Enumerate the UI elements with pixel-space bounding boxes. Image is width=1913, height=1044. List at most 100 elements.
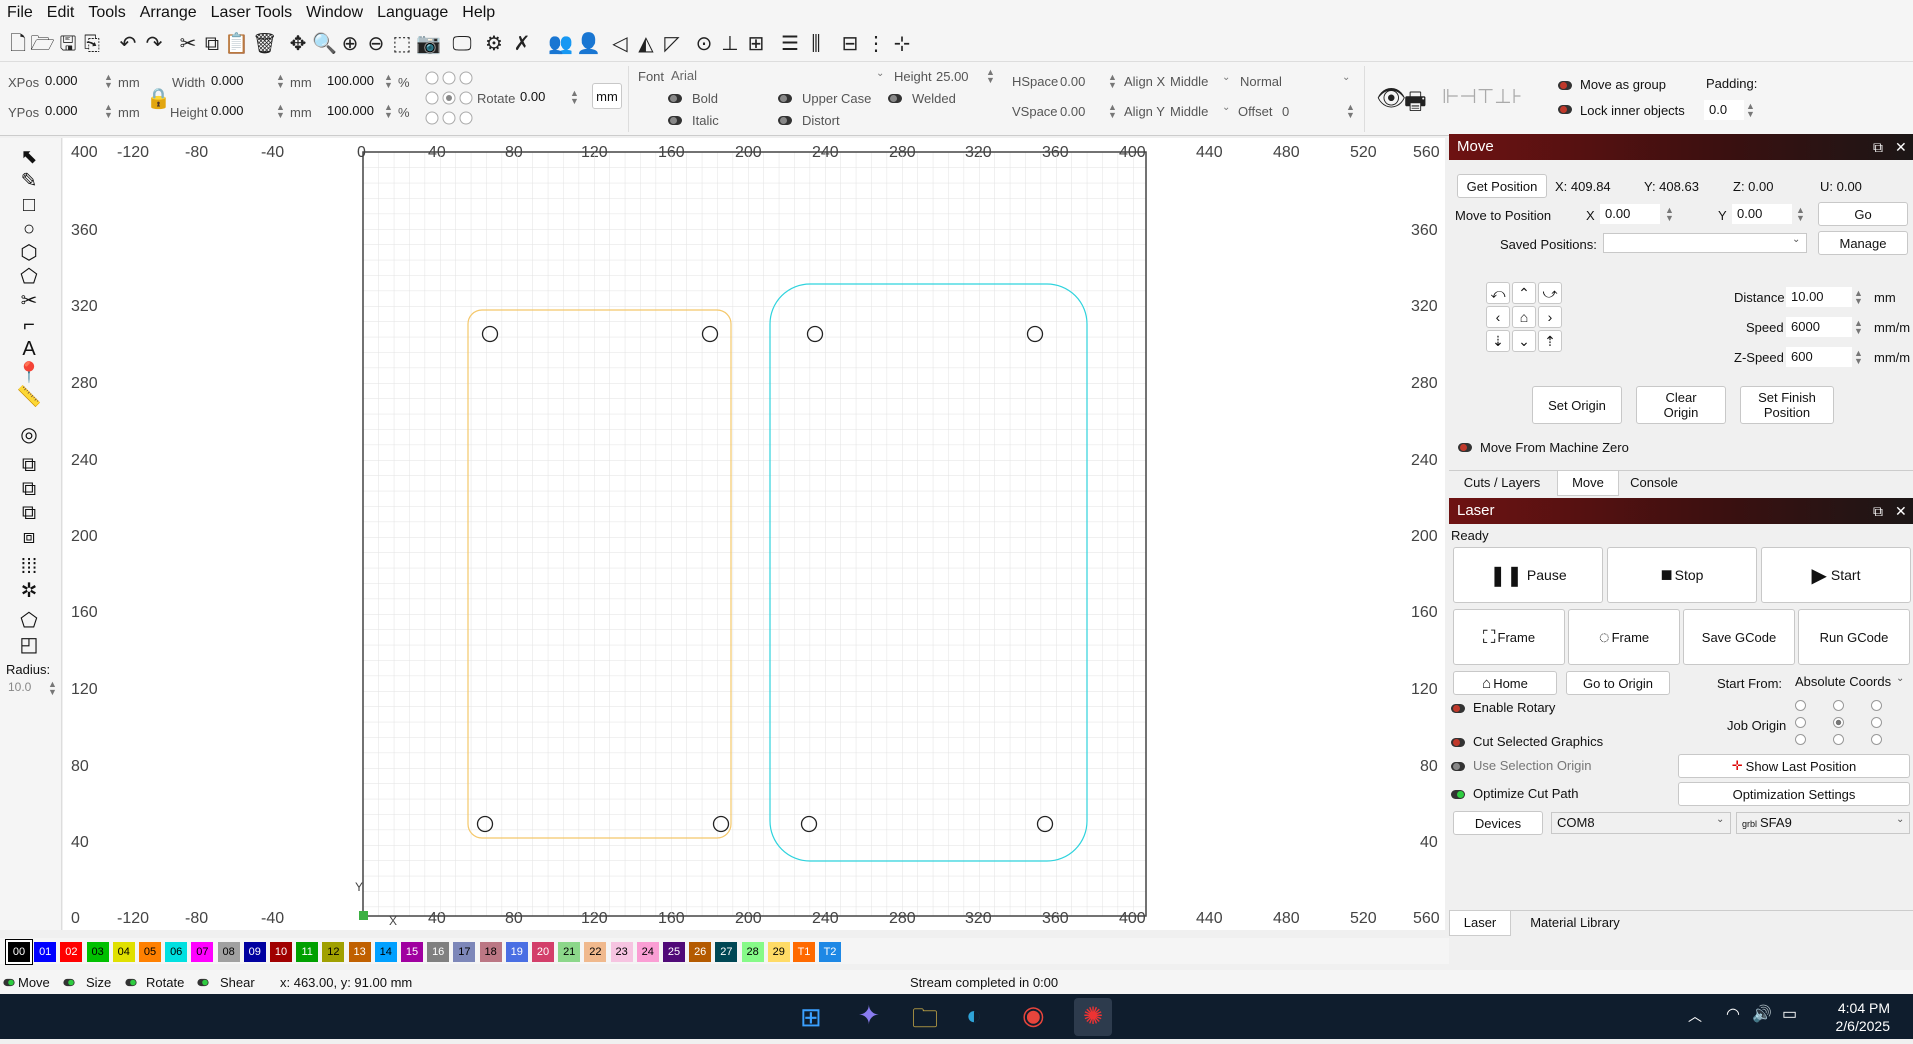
width-field[interactable]: 0.000 (206, 71, 270, 91)
windows-start-icon[interactable]: ⊞ (800, 1002, 822, 1033)
layer-swatch[interactable]: 23 (610, 942, 633, 962)
corner-icon[interactable]: ⬠ (16, 610, 42, 632)
radio-button-selected[interactable] (1833, 717, 1844, 728)
clock-date[interactable]: 2/6/2025 (1820, 1018, 1891, 1034)
work-area[interactable] (63, 138, 1445, 930)
menu-help[interactable]: Help (455, 0, 502, 26)
layer-swatch[interactable]: 06 (165, 942, 188, 962)
aligny-select[interactable]: Middle (1170, 104, 1208, 119)
distance-field[interactable]: 10.00 (1786, 287, 1852, 307)
volume-icon[interactable]: 🔊 (1752, 1004, 1772, 1024)
rotate-cw-icon[interactable]: ⤻ (1538, 282, 1562, 304)
spin-arrows-icon[interactable]: ▲ ▼ (1346, 103, 1355, 120)
menu-laser-tools[interactable]: Laser Tools (204, 0, 300, 26)
pentagon-icon[interactable]: ⬠ (16, 266, 42, 288)
start-button[interactable]: ▶ Start (1761, 547, 1911, 603)
tool-layer-t1[interactable]: T1 (793, 942, 815, 962)
distort-toggle[interactable] (778, 116, 792, 125)
menu-tools[interactable]: Tools (81, 0, 132, 26)
text-mode-select[interactable]: Normal (1240, 74, 1282, 89)
delete-icon[interactable]: 🗑 (252, 32, 277, 56)
enable-rotary-toggle[interactable] (1451, 704, 1465, 713)
layer-swatch[interactable]: 11 (296, 942, 319, 962)
menu-window[interactable]: Window (299, 0, 370, 26)
set-origin-button[interactable]: Set Origin (1532, 386, 1622, 424)
show-last-position-button[interactable]: ✛ Show Last Position (1678, 754, 1910, 778)
center-icon[interactable]: ⊙ (692, 32, 716, 56)
radius-field[interactable]: 10.0 (8, 680, 31, 694)
spin-arrows-icon[interactable]: ▲ ▼ (104, 73, 113, 90)
crosshair-icon[interactable]: ⊹ (890, 32, 914, 56)
italic-toggle[interactable] (668, 116, 682, 125)
layer-swatch[interactable]: 18 (479, 942, 502, 962)
layout-icon[interactable]: ⊟ (838, 32, 862, 56)
move-as-group-toggle[interactable] (1558, 81, 1572, 90)
arrow-left-icon[interactable]: ‹ (1486, 306, 1510, 328)
font-height-field[interactable]: 25.00 (936, 69, 969, 84)
spin-arrows-icon[interactable]: ▲ ▼ (1746, 102, 1755, 119)
design-canvas[interactable]: 400 -120 -80 -40 0 40 80 120 160 200 240… (63, 138, 1445, 930)
position-pin-icon[interactable]: 📍 (16, 362, 42, 384)
tool-layer-t2[interactable]: T2 (819, 942, 841, 962)
circular-array-icon[interactable]: ✲ (16, 580, 42, 602)
layer-swatch[interactable]: 29 (767, 942, 790, 962)
monitor-icon[interactable]: 🖵 (450, 32, 474, 56)
layer-swatch[interactable]: 12 (322, 942, 345, 962)
close-icon[interactable]: ✕ (1895, 498, 1907, 524)
tab-cuts-layers[interactable]: Cuts / Layers (1449, 471, 1555, 495)
zoom-icon[interactable]: 🔍 (312, 32, 337, 56)
vspace-field[interactable]: 0.00 (1060, 104, 1085, 119)
battery-icon[interactable]: ▭ (1782, 1004, 1797, 1024)
arrow-down-icon[interactable]: ⌄ (1512, 330, 1536, 352)
z-down-icon[interactable]: ⇣ (1486, 330, 1510, 352)
save-icon[interactable]: 🖫 (56, 32, 80, 56)
rotate-tool-icon[interactable]: ◸ (660, 32, 684, 56)
optimize-cut-path-toggle[interactable] (1451, 790, 1465, 799)
scale-width-field[interactable]: 100.000 (322, 71, 380, 91)
rotate-field[interactable]: 0.00 (515, 87, 565, 107)
visibility-icon[interactable]: 👁 (1376, 84, 1406, 113)
radio-button[interactable] (1871, 717, 1882, 728)
devices-button[interactable]: Devices (1453, 811, 1543, 835)
wifi-icon[interactable]: ◠ (1726, 1004, 1740, 1024)
job-origin-grid[interactable] (1795, 700, 1882, 748)
layer-swatch[interactable]: 13 (348, 942, 371, 962)
layer-swatch[interactable]: 07 (191, 942, 214, 962)
radio-button[interactable] (1795, 717, 1806, 728)
tab-console[interactable]: Console (1621, 471, 1687, 495)
edge-icon[interactable]: ◐ (966, 1000, 982, 1031)
radio-button[interactable] (1833, 734, 1844, 745)
copilot-icon[interactable]: ✦ (858, 1000, 880, 1031)
padding-field[interactable]: 0.0 (1704, 100, 1744, 120)
layer-swatch[interactable]: 27 (715, 942, 738, 962)
rectangle-icon[interactable]: □ (16, 194, 42, 216)
port-select[interactable]: COM8 (1551, 812, 1731, 834)
tab-laser[interactable]: Laser (1449, 911, 1511, 936)
speed-field[interactable]: 6000 (1786, 317, 1852, 337)
xpos-field[interactable]: 0.000 (40, 71, 104, 91)
tab-material-library[interactable]: Material Library (1515, 911, 1635, 935)
layer-swatch[interactable]: 20 (532, 942, 554, 962)
paste-icon[interactable]: 📋 (224, 32, 249, 56)
layer-swatch[interactable]: 09 (243, 942, 266, 962)
layer-swatch[interactable]: 19 (505, 942, 528, 962)
height-field[interactable]: 0.000 (206, 101, 270, 121)
align-vert-icon[interactable]: ☰ (778, 32, 802, 56)
zoom-out-icon[interactable]: ⊖ (364, 32, 388, 56)
layer-swatch[interactable]: 00 (6, 940, 32, 964)
hspace-field[interactable]: 0.00 (1060, 74, 1085, 89)
spin-arrows-icon[interactable]: ▲ ▼ (276, 103, 285, 120)
move-from-zero-toggle[interactable] (1458, 443, 1472, 452)
pen-icon[interactable]: ✎ (16, 170, 42, 192)
layer-swatch[interactable]: 26 (689, 942, 712, 962)
spin-arrows-icon[interactable]: ▲ ▼ (384, 73, 393, 90)
redo-icon[interactable]: ↷ (142, 32, 166, 56)
shear-status-toggle[interactable] (197, 978, 209, 987)
layer-swatch[interactable]: 25 (663, 942, 685, 962)
layer-swatch[interactable]: 22 (584, 942, 607, 962)
go-button[interactable]: Go (1818, 202, 1908, 226)
layer-swatch[interactable]: 28 (741, 942, 764, 962)
subtract-icon[interactable]: ⧉ (16, 502, 42, 524)
new-file-icon[interactable]: 🗋 (6, 32, 30, 56)
spin-arrows-icon[interactable]: ▲ ▼ (48, 680, 57, 697)
